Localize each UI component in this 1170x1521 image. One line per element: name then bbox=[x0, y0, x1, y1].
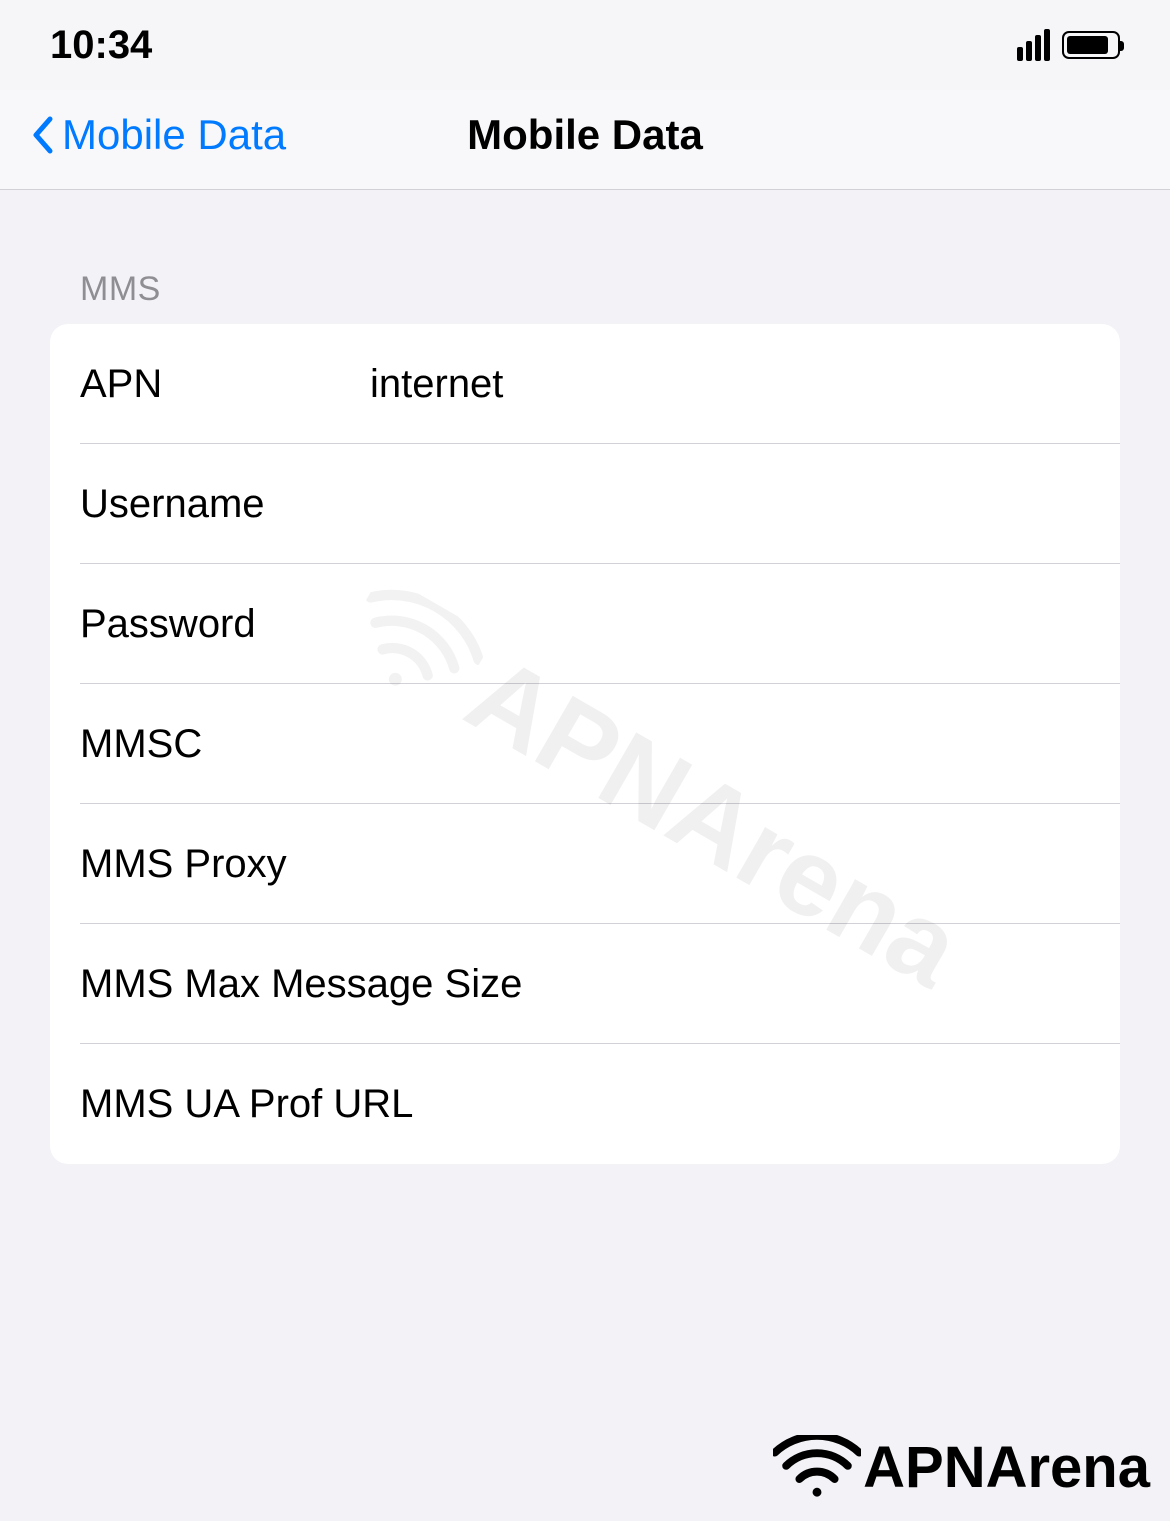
username-input[interactable] bbox=[370, 482, 1090, 527]
settings-row-mmsc[interactable]: MMSC bbox=[50, 684, 1120, 804]
settings-label: Password bbox=[80, 602, 370, 647]
settings-label: APN bbox=[80, 362, 370, 407]
settings-row-mms-ua-prof[interactable]: MMS UA Prof URL bbox=[50, 1044, 1120, 1164]
footer-logo-text: APNArena bbox=[863, 1434, 1150, 1501]
navigation-bar: Mobile Data Mobile Data bbox=[0, 90, 1170, 190]
mmsc-input[interactable] bbox=[370, 722, 1090, 767]
battery-icon bbox=[1062, 31, 1120, 59]
settings-row-username[interactable]: Username bbox=[50, 444, 1120, 564]
settings-label: MMSC bbox=[80, 722, 370, 767]
apn-input[interactable] bbox=[370, 362, 1090, 407]
settings-label: MMS UA Prof URL bbox=[80, 1082, 413, 1127]
settings-row-mms-max-size[interactable]: MMS Max Message Size bbox=[50, 924, 1120, 1044]
mms-max-size-input[interactable] bbox=[522, 962, 1090, 1007]
settings-row-apn[interactable]: APN bbox=[50, 324, 1120, 444]
settings-label: MMS Max Message Size bbox=[80, 962, 522, 1007]
cellular-signal-icon bbox=[1017, 29, 1050, 61]
back-button[interactable]: Mobile Data bbox=[30, 111, 286, 159]
wifi-icon bbox=[773, 1435, 861, 1501]
chevron-left-icon bbox=[30, 115, 54, 155]
settings-label: Username bbox=[80, 482, 370, 527]
settings-row-mms-proxy[interactable]: MMS Proxy bbox=[50, 804, 1120, 924]
status-time: 10:34 bbox=[50, 23, 152, 68]
mms-ua-prof-input[interactable] bbox=[413, 1082, 1090, 1127]
back-label: Mobile Data bbox=[62, 111, 286, 159]
password-input[interactable] bbox=[370, 602, 1090, 647]
status-indicators bbox=[1017, 29, 1120, 61]
section-header-mms: MMS bbox=[50, 230, 1120, 324]
status-bar: 10:34 bbox=[0, 0, 1170, 90]
footer-logo: APNArena bbox=[773, 1434, 1150, 1501]
page-title: Mobile Data bbox=[467, 111, 703, 159]
settings-row-password[interactable]: Password bbox=[50, 564, 1120, 684]
settings-label: MMS Proxy bbox=[80, 842, 370, 887]
settings-group: APN Username Password MMSC MMS Proxy MMS… bbox=[50, 324, 1120, 1164]
content-area: MMS APN Username Password MMSC MMS Proxy… bbox=[0, 190, 1170, 1204]
mms-proxy-input[interactable] bbox=[370, 842, 1090, 887]
